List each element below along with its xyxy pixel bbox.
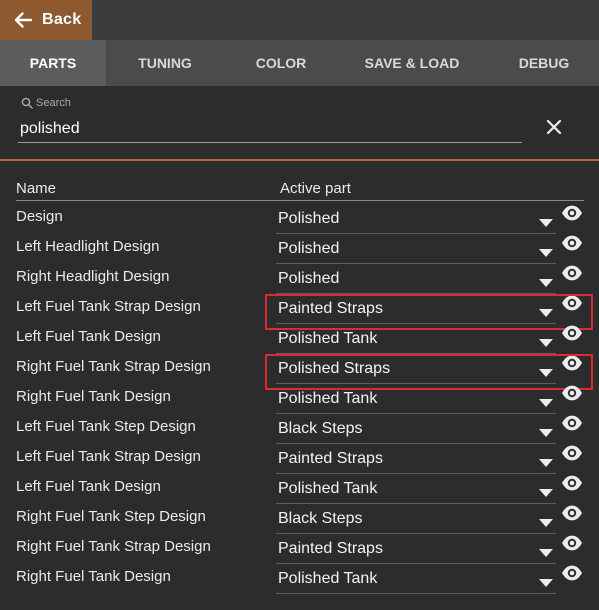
part-name: Right Fuel Tank Strap Design <box>16 538 211 555</box>
active-part-value: Polished Tank <box>278 480 378 497</box>
active-part-value: Polished <box>278 210 340 227</box>
table-row: Left Headlight Design Polished <box>0 234 599 266</box>
part-name: Right Fuel Tank Design <box>16 568 171 585</box>
caret-down-icon <box>539 579 553 587</box>
part-name: Right Headlight Design <box>16 268 170 285</box>
table-row: Design Polished <box>0 204 599 236</box>
back-button[interactable]: Back <box>0 0 92 40</box>
active-part-value: Polished <box>278 270 340 287</box>
active-part-value: Polished <box>278 240 340 257</box>
table-row: Right Fuel Tank Design Polished Tank <box>0 384 599 416</box>
table-row: Right Headlight Design Polished <box>0 264 599 296</box>
eye-icon[interactable] <box>561 234 583 252</box>
active-part-dropdown[interactable]: Polished <box>276 267 556 294</box>
active-part-dropdown[interactable]: Polished Straps <box>276 357 556 384</box>
table-row: Left Fuel Tank Strap Design Painted Strap… <box>0 444 599 476</box>
eye-icon[interactable] <box>561 474 583 492</box>
part-name: Left Fuel Tank Design <box>16 328 161 345</box>
active-part-dropdown[interactable]: Painted Straps <box>276 537 556 564</box>
tab-parts[interactable]: PARTS <box>0 40 106 86</box>
eye-icon[interactable] <box>561 264 583 282</box>
eye-icon[interactable] <box>561 504 583 522</box>
active-part-dropdown[interactable]: Polished Tank <box>276 387 556 414</box>
eye-icon[interactable] <box>561 564 583 582</box>
active-part-dropdown[interactable]: Polished <box>276 237 556 264</box>
tab-save-load[interactable]: SAVE & LOAD <box>352 40 472 86</box>
caret-down-icon <box>539 519 553 527</box>
tab-tuning[interactable]: TUNING <box>118 40 212 86</box>
part-name: Design <box>16 208 63 225</box>
eye-icon[interactable] <box>561 354 583 372</box>
part-name: Right Fuel Tank Design <box>16 388 171 405</box>
active-part-value: Polished Tank <box>278 570 378 587</box>
caret-down-icon <box>539 459 553 467</box>
back-button-label: Back <box>42 11 82 28</box>
part-name: Left Fuel Tank Strap Design <box>16 448 201 465</box>
tab-bar: PARTS TUNING COLOR SAVE & LOAD DEBUG <box>0 40 599 86</box>
table-row: Right Fuel Tank Strap Design Painted Stra… <box>0 534 599 566</box>
caret-down-icon <box>539 549 553 557</box>
column-header-name: Name <box>16 180 57 197</box>
caret-down-icon <box>539 339 553 347</box>
tab-color[interactable]: COLOR <box>236 40 326 86</box>
caret-down-icon <box>539 399 553 407</box>
column-header-active-part: Active part <box>280 180 351 197</box>
eye-icon[interactable] <box>561 444 583 462</box>
active-part-dropdown[interactable]: Polished <box>276 207 556 234</box>
table-row: Left Fuel Tank Design Polished Tank <box>0 324 599 356</box>
table-row: Right Fuel Tank Design Polished Tank <box>0 564 599 596</box>
tab-debug[interactable]: DEBUG <box>494 40 594 86</box>
active-part-value: Black Steps <box>278 510 363 527</box>
close-icon[interactable] <box>543 116 565 138</box>
active-part-value: Polished Tank <box>278 330 378 347</box>
top-bar: Back <box>0 0 599 40</box>
table-row: Right Fuel Tank Step Design Black Steps <box>0 504 599 536</box>
active-part-value: Painted Straps <box>278 450 383 467</box>
active-part-dropdown[interactable]: Polished Tank <box>276 327 556 354</box>
caret-down-icon <box>539 279 553 287</box>
eye-icon[interactable] <box>561 204 583 222</box>
eye-icon[interactable] <box>561 414 583 432</box>
part-name: Left Fuel Tank Strap Design <box>16 298 201 315</box>
active-part-value: Polished Straps <box>278 360 391 377</box>
active-part-value: Painted Straps <box>278 300 383 317</box>
table-row: Right Fuel Tank Strap Design Polished Str… <box>0 354 599 386</box>
search-caption-label: Search <box>36 97 71 109</box>
caret-down-icon <box>539 249 553 257</box>
active-part-dropdown[interactable]: Painted Straps <box>276 447 556 474</box>
part-name: Left Fuel Tank Step Design <box>16 418 196 435</box>
active-part-dropdown[interactable]: Black Steps <box>276 417 556 444</box>
active-part-dropdown[interactable]: Polished Tank <box>276 567 556 594</box>
caret-down-icon <box>539 489 553 497</box>
search-icon <box>21 97 33 109</box>
table-row: Left Fuel Tank Design Polished Tank <box>0 474 599 506</box>
search-input[interactable] <box>18 115 522 143</box>
active-part-value: Painted Straps <box>278 540 383 557</box>
search-panel: Search <box>0 86 599 161</box>
search-caption: Search <box>21 96 71 110</box>
part-name: Left Fuel Tank Design <box>16 478 161 495</box>
part-name: Right Fuel Tank Step Design <box>16 508 206 525</box>
eye-icon[interactable] <box>561 534 583 552</box>
part-name: Left Headlight Design <box>16 238 160 255</box>
active-part-value: Black Steps <box>278 420 363 437</box>
table-row: Left Fuel Tank Step Design Black Steps <box>0 414 599 446</box>
table-row: Left Fuel Tank Strap Design Painted Strap… <box>0 294 599 326</box>
caret-down-icon <box>539 219 553 227</box>
active-part-dropdown[interactable]: Polished Tank <box>276 477 556 504</box>
active-part-dropdown[interactable]: Painted Straps <box>276 297 556 324</box>
eye-icon[interactable] <box>561 384 583 402</box>
arrow-left-icon <box>14 12 33 28</box>
eye-icon[interactable] <box>561 324 583 342</box>
caret-down-icon <box>539 309 553 317</box>
caret-down-icon <box>539 369 553 377</box>
active-part-dropdown[interactable]: Black Steps <box>276 507 556 534</box>
active-part-value: Polished Tank <box>278 390 378 407</box>
part-name: Right Fuel Tank Strap Design <box>16 358 211 375</box>
eye-icon[interactable] <box>561 294 583 312</box>
header-divider <box>16 200 584 201</box>
caret-down-icon <box>539 429 553 437</box>
